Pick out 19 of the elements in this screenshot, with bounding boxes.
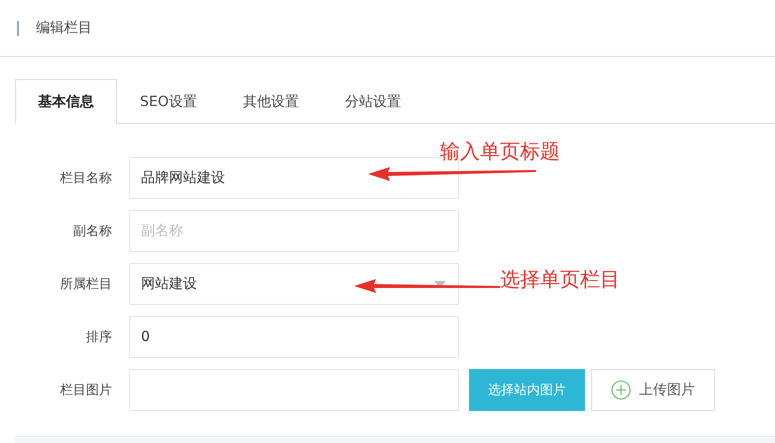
field-label: 副名称	[72, 223, 113, 240]
tab[interactable]: 基本信息	[15, 79, 117, 124]
tab[interactable]: 分站设置	[322, 79, 424, 124]
tab[interactable]: 其他设置	[220, 79, 322, 124]
field-label: 栏目名称	[59, 170, 113, 187]
input-field[interactable]: 0	[129, 316, 459, 358]
field-label: 栏目图片	[59, 382, 113, 399]
input-field[interactable]	[129, 369, 459, 411]
input-field[interactable]: 副名称	[129, 210, 459, 252]
select-field[interactable]: 网站建设	[129, 263, 459, 305]
arrow-icon	[368, 167, 538, 181]
annotation-text: 选择单页栏目	[500, 266, 620, 293]
field-label: 排序	[85, 329, 113, 346]
plus-icon	[611, 380, 631, 400]
page-title: 编辑栏目	[36, 19, 92, 37]
tab[interactable]: SEO设置	[117, 79, 220, 124]
upload-image-button[interactable]: 上传图片	[591, 369, 715, 411]
arrow-icon	[354, 279, 502, 293]
field-label: 所属栏目	[59, 276, 113, 293]
